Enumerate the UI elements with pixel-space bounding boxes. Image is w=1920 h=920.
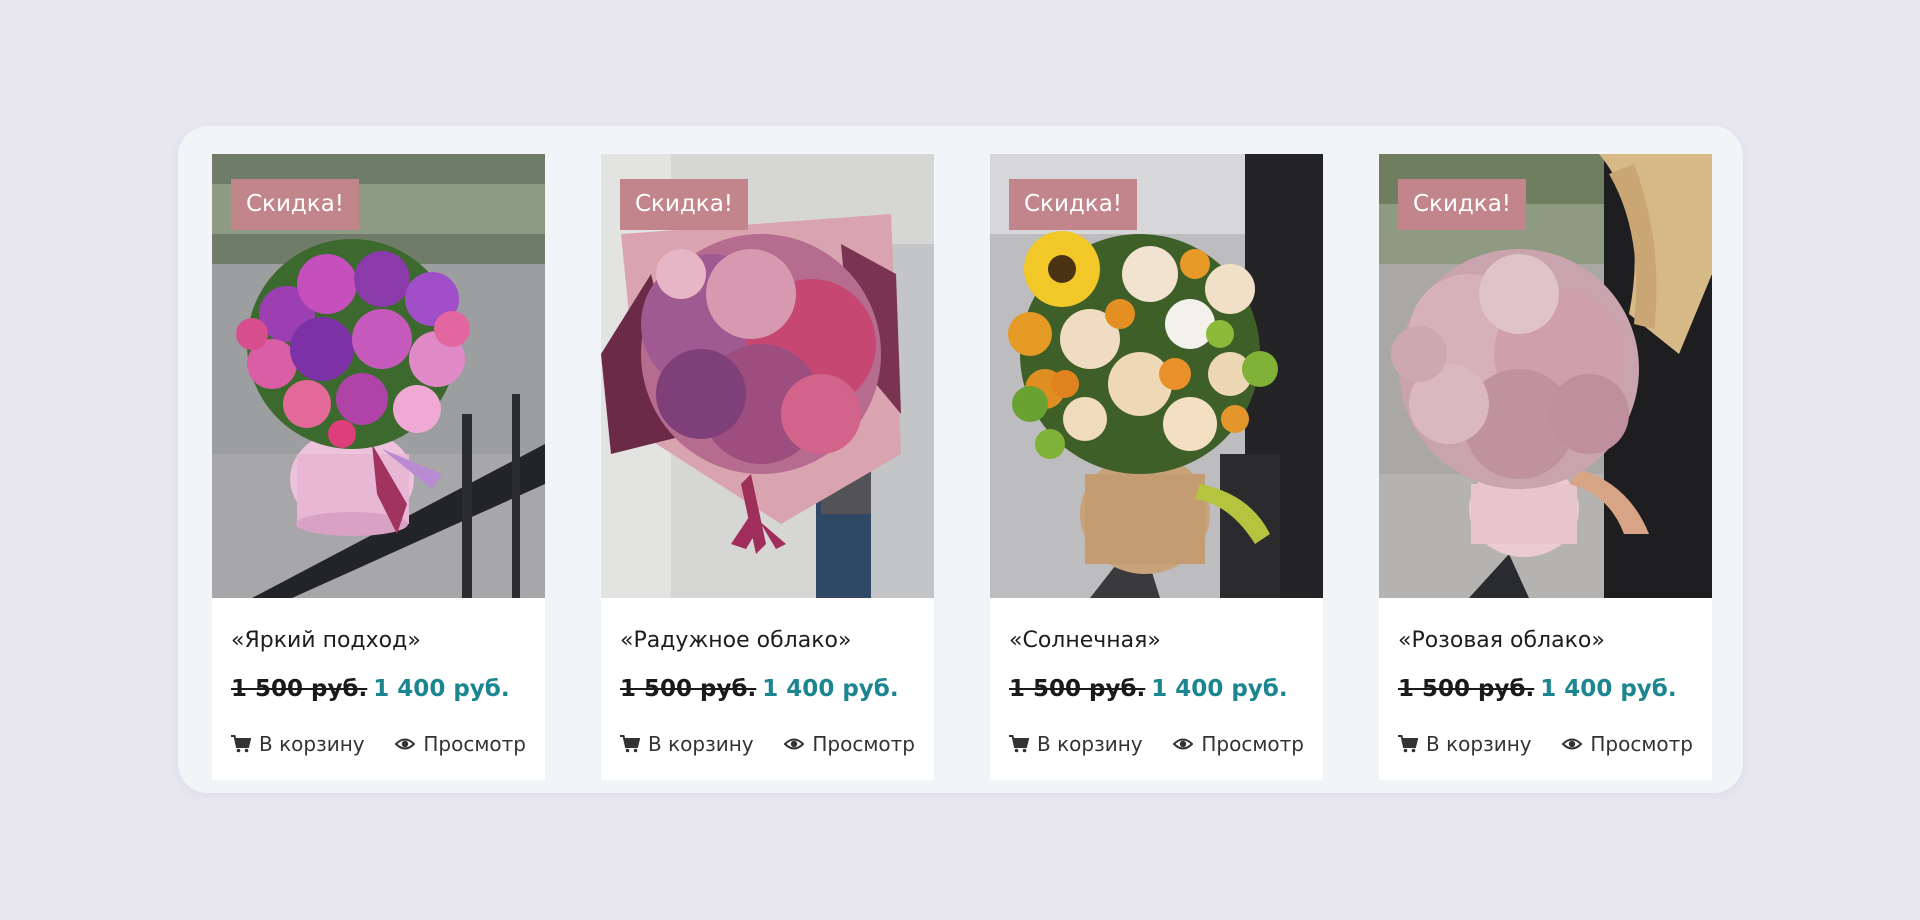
price-row: 1 500 руб. 1 400 руб. [620, 676, 899, 702]
sale-price: 1 400 руб. [762, 676, 899, 702]
price-row: 1 500 руб. 1 400 руб. [1009, 676, 1288, 702]
cart-icon [620, 735, 640, 753]
add-to-cart-button[interactable]: В корзину [1009, 732, 1143, 756]
product-image[interactable]: Скидка! [601, 154, 934, 598]
cart-icon [231, 735, 251, 753]
quick-view-label: Просмотр [423, 732, 526, 756]
quick-view-button[interactable]: Просмотр [1562, 732, 1693, 756]
quick-view-label: Просмотр [812, 732, 915, 756]
product-card: Скидка! «Розовая облако» 1 500 руб. 1 400… [1379, 154, 1712, 780]
price-row: 1 500 руб. 1 400 руб. [231, 676, 510, 702]
add-to-cart-button[interactable]: В корзину [231, 732, 365, 756]
product-card: Скидка! «Солнечная» 1 500 руб. 1 400 руб.… [990, 154, 1323, 780]
product-image[interactable]: Скидка! [990, 154, 1323, 598]
sale-price: 1 400 руб. [1151, 676, 1288, 702]
eye-icon [784, 737, 805, 751]
product-title[interactable]: «Розовая облако» [1398, 628, 1605, 653]
old-price: 1 500 руб. [1398, 676, 1535, 702]
product-title[interactable]: «Солнечная» [1009, 628, 1161, 653]
add-to-cart-label: В корзину [1426, 732, 1532, 756]
quick-view-button[interactable]: Просмотр [784, 732, 915, 756]
eye-icon [1562, 737, 1583, 751]
discount-badge: Скидка! [231, 179, 360, 230]
add-to-cart-label: В корзину [648, 732, 754, 756]
price-row: 1 500 руб. 1 400 руб. [1398, 676, 1677, 702]
product-card: Скидка! «Радужное облако» 1 500 руб. 1 40… [601, 154, 934, 780]
discount-badge: Скидка! [620, 179, 749, 230]
card-actions: В корзину Просмотр [1398, 732, 1693, 760]
sale-price: 1 400 руб. [1540, 676, 1677, 702]
product-card: Скидка! «Яркий подход» 1 500 руб. 1 400 р… [212, 154, 545, 780]
quick-view-label: Просмотр [1590, 732, 1693, 756]
quick-view-button[interactable]: Просмотр [395, 732, 526, 756]
quick-view-label: Просмотр [1201, 732, 1304, 756]
product-title[interactable]: «Радужное облако» [620, 628, 851, 653]
product-image[interactable]: Скидка! [212, 154, 545, 598]
eye-icon [395, 737, 416, 751]
card-actions: В корзину Просмотр [1009, 732, 1304, 760]
product-image[interactable]: Скидка! [1379, 154, 1712, 598]
eye-icon [1173, 737, 1194, 751]
quick-view-button[interactable]: Просмотр [1173, 732, 1304, 756]
cart-icon [1009, 735, 1029, 753]
card-actions: В корзину Просмотр [231, 732, 526, 760]
add-to-cart-label: В корзину [1037, 732, 1143, 756]
cart-icon [1398, 735, 1418, 753]
card-actions: В корзину Просмотр [620, 732, 915, 760]
old-price: 1 500 руб. [231, 676, 368, 702]
add-to-cart-button[interactable]: В корзину [1398, 732, 1532, 756]
product-grid-panel: Скидка! «Яркий подход» 1 500 руб. 1 400 р… [178, 126, 1743, 793]
product-title[interactable]: «Яркий подход» [231, 628, 421, 653]
add-to-cart-button[interactable]: В корзину [620, 732, 754, 756]
old-price: 1 500 руб. [620, 676, 757, 702]
discount-badge: Скидка! [1009, 179, 1138, 230]
sale-price: 1 400 руб. [373, 676, 510, 702]
add-to-cart-label: В корзину [259, 732, 365, 756]
old-price: 1 500 руб. [1009, 676, 1146, 702]
discount-badge: Скидка! [1398, 179, 1527, 230]
